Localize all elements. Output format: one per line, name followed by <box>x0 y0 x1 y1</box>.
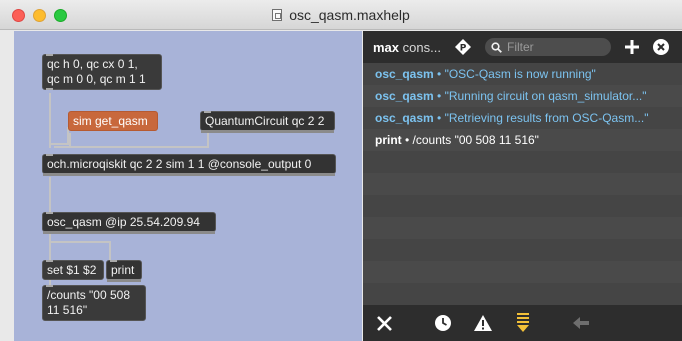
set-message-text: set $1 $2 <box>47 262 97 277</box>
quantum-circuit-object[interactable]: QuantumCircuit qc 2 2 <box>200 111 335 133</box>
search-icon <box>491 41 502 53</box>
scroll-down-icon[interactable] <box>516 313 530 333</box>
outlet[interactable] <box>46 88 53 90</box>
console-row[interactable]: osc_qasm • "OSC-Qasm is now running" <box>363 63 682 85</box>
console-empty-row <box>363 217 682 239</box>
set-message-box[interactable]: set $1 $2 <box>42 260 104 280</box>
patch-cord[interactable] <box>49 231 51 261</box>
console-row-sep: • <box>401 133 413 147</box>
patch-cord[interactable] <box>51 143 67 145</box>
console-toolbar: max cons... P Filter <box>363 31 682 63</box>
sim-message-text: sim get_qasm <box>73 113 148 128</box>
back-arrow-icon[interactable] <box>573 317 589 329</box>
console-row-source: osc_qasm <box>375 111 434 125</box>
osc-object-text: osc_qasm @ip 25.54.209.94 <box>47 214 200 229</box>
inlet[interactable] <box>46 260 53 262</box>
console-row[interactable]: print • /counts "00 508 11 516" <box>363 129 682 151</box>
clock-icon[interactable] <box>435 315 451 331</box>
qc-message-box[interactable]: qc h 0, qc cx 0 1, qc m 0 0, qc m 1 1 <box>42 54 162 90</box>
max-help-window: osc_qasm.maxhelp qc h 0, qc cx 0 1, qc m… <box>0 0 682 341</box>
patcher-canvas[interactable]: qc h 0, qc cx 0 1, qc m 0 0, qc m 1 1 si… <box>14 31 362 341</box>
add-icon[interactable] <box>625 40 639 54</box>
warning-icon[interactable] <box>474 315 492 331</box>
filter-search-field[interactable]: Filter <box>485 38 611 56</box>
window-title-group: osc_qasm.maxhelp <box>0 0 682 30</box>
document-icon <box>272 9 283 21</box>
clear-icon[interactable] <box>377 316 392 331</box>
console-row[interactable]: osc_qasm • "Running circuit on qasm_simu… <box>363 85 682 107</box>
och-microqiskit-object[interactable]: och.microqiskit qc 2 2 sim 1 1 @console_… <box>42 154 336 176</box>
console-row-source: osc_qasm <box>375 89 434 103</box>
console-row-message: /counts "00 508 11 516" <box>412 133 539 147</box>
console-title-bold: max <box>373 40 400 55</box>
svg-text:P: P <box>460 44 467 54</box>
och-object-text: och.microqiskit qc 2 2 sim 1 1 @console_… <box>47 156 312 171</box>
result-message-text: /counts "00 508 11 516" <box>47 288 130 317</box>
console-log[interactable]: osc_qasm • "OSC-Qasm is now running" osc… <box>363 63 682 305</box>
patch-cord[interactable] <box>109 241 111 261</box>
console-row-message: "OSC-Qasm is now running" <box>444 67 596 81</box>
console-empty-row <box>363 261 682 283</box>
console-row-sep: • <box>433 67 445 81</box>
close-circle-icon[interactable] <box>653 39 669 55</box>
inlet[interactable] <box>46 212 53 214</box>
window-title: osc_qasm.maxhelp <box>289 7 410 23</box>
result-message-box[interactable]: /counts "00 508 11 516" <box>42 285 146 321</box>
console-row-source: print <box>375 133 402 147</box>
console-row-message: "Running circuit on qasm_simulator..." <box>444 89 647 103</box>
patch-cord[interactable] <box>54 146 209 148</box>
quantum-circuit-text: QuantumCircuit qc 2 2 <box>205 113 325 128</box>
console-empty-row <box>363 151 682 173</box>
console-footer-toolbar <box>363 305 682 341</box>
console-title[interactable]: max cons... <box>373 40 441 55</box>
console-row-sep: • <box>433 111 445 125</box>
pin-icon[interactable]: P <box>455 39 471 55</box>
console-empty-row <box>363 239 682 261</box>
patch-cord[interactable] <box>49 93 51 148</box>
console-empty-row <box>363 283 682 305</box>
print-object[interactable]: print <box>106 260 142 282</box>
inlet[interactable] <box>46 54 53 56</box>
qc-message-text: qc h 0, qc cx 0 1, qc m 0 0, qc m 1 1 <box>47 57 146 86</box>
max-console: max cons... P Filter osc_qasm • "OSC-Qas… <box>363 31 682 341</box>
sim-get-qasm-message[interactable]: sim get_qasm <box>68 111 158 131</box>
osc-qasm-object[interactable]: osc_qasm @ip 25.54.209.94 <box>42 212 216 234</box>
title-bar: osc_qasm.maxhelp <box>0 0 682 30</box>
console-row-sep: • <box>433 89 445 103</box>
console-empty-row <box>363 173 682 195</box>
console-title-rest: cons... <box>399 40 441 55</box>
console-row-source: osc_qasm <box>375 67 434 81</box>
inlet[interactable] <box>204 111 211 113</box>
patch-cord[interactable] <box>207 133 209 148</box>
inlet[interactable] <box>46 154 53 156</box>
console-row-message: "Retrieving results from OSC-Qasm..." <box>444 111 649 125</box>
console-row[interactable]: osc_qasm • "Retrieving results from OSC-… <box>363 107 682 129</box>
inlet[interactable] <box>46 285 53 287</box>
inlet[interactable] <box>110 260 117 262</box>
console-empty-row <box>363 195 682 217</box>
patch-cord[interactable] <box>51 241 111 243</box>
print-object-text: print <box>111 262 135 277</box>
filter-placeholder: Filter <box>507 40 534 54</box>
patch-cord[interactable] <box>49 177 51 213</box>
